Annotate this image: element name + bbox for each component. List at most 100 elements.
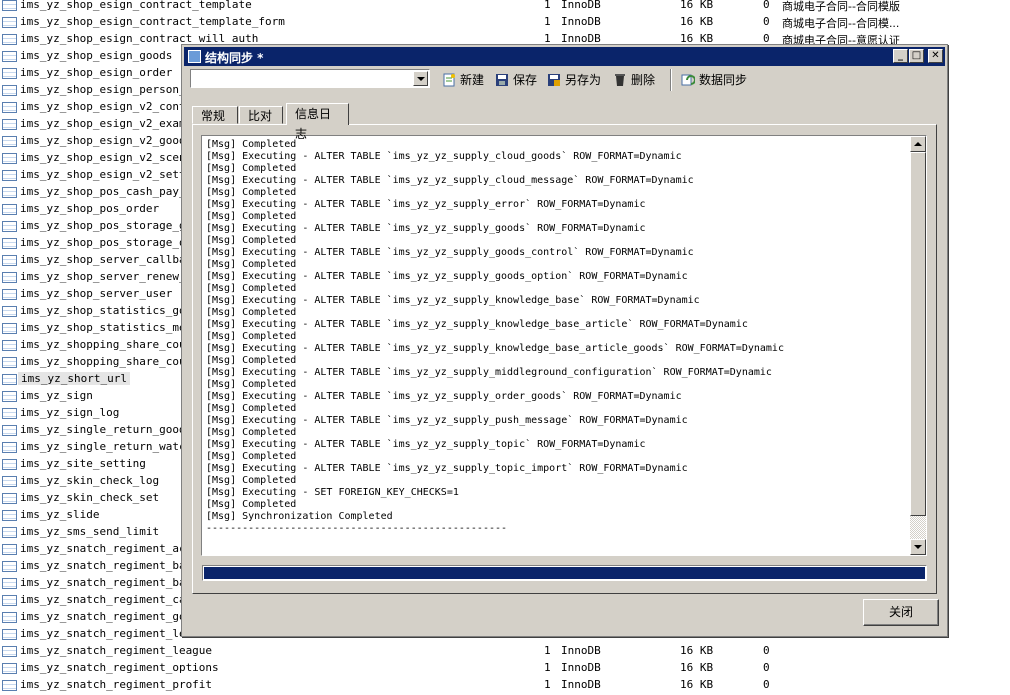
table-icon bbox=[2, 340, 17, 351]
scroll-down-arrow-icon[interactable] bbox=[910, 539, 926, 555]
table-name: ims_yz_shop_pos_cash_pay_lo bbox=[20, 185, 199, 198]
save-as-icon bbox=[548, 74, 560, 86]
table-icon bbox=[2, 425, 17, 436]
table-row[interactable]: ims_yz_shop_esign_contract_template_form… bbox=[0, 14, 1010, 31]
table-name: ims_yz_shop_esign_order bbox=[20, 66, 173, 79]
scroll-up-arrow-icon[interactable] bbox=[910, 136, 926, 152]
table-free: 0 bbox=[763, 661, 770, 674]
table-name: ims_yz_shop_server_user bbox=[20, 287, 173, 300]
table-name: ims_yz_skin_check_log bbox=[20, 474, 160, 487]
table-name: ims_yz_shop_esign_goods bbox=[20, 49, 173, 62]
table-icon bbox=[2, 170, 17, 181]
table-rows: 1 bbox=[544, 15, 551, 28]
table-icon bbox=[2, 527, 17, 538]
delete-button[interactable]: 删除 bbox=[613, 71, 655, 89]
log-scrollbar[interactable] bbox=[910, 136, 926, 555]
table-icon bbox=[2, 476, 17, 487]
table-rows: 1 bbox=[544, 644, 551, 657]
table-icon bbox=[2, 187, 17, 198]
table-name: ims_yz_snatch_regiment_good bbox=[20, 610, 199, 623]
table-free: 0 bbox=[763, 644, 770, 657]
table-row[interactable]: ims_yz_shop_esign_contract_template 1 Inno… bbox=[0, 0, 1010, 14]
table-icon bbox=[2, 102, 17, 113]
sync-progress-bar bbox=[202, 565, 927, 581]
table-name: ims_yz_snatch_regiment_acti bbox=[20, 542, 199, 555]
table-name: ims_yz_snatch_regiment_lead bbox=[20, 627, 199, 640]
table-rows: 1 bbox=[544, 0, 551, 11]
log-lines: [Msg] Completed [Msg] Executing - ALTER … bbox=[206, 139, 784, 534]
table-comment: 商城电子合同--合同模版 bbox=[782, 0, 900, 13]
table-name: ims_yz_snatch_regiment_league bbox=[20, 644, 213, 657]
table-name: ims_yz_sign bbox=[20, 389, 93, 402]
table-icon bbox=[2, 544, 17, 555]
table-row[interactable]: ims_yz_snatch_regiment_options 1 InnoDB 16 … bbox=[0, 660, 1010, 677]
progress-fill bbox=[204, 567, 925, 579]
dialog-titlebar[interactable]: 结构同步 * _ □ ✕ bbox=[184, 47, 945, 66]
table-row[interactable]: ims_yz_snatch_regiment_profit 1 InnoDB 16 K… bbox=[0, 677, 1010, 694]
table-icon bbox=[2, 85, 17, 96]
table-engine: InnoDB bbox=[561, 661, 601, 674]
profile-select[interactable] bbox=[190, 69, 430, 88]
table-icon bbox=[2, 663, 17, 674]
table-name: ims_yz_shop_esign_v2_examin bbox=[20, 117, 199, 130]
data-sync-button[interactable]: 数据同步 bbox=[681, 71, 747, 89]
new-button[interactable]: 新建 bbox=[442, 71, 484, 89]
close-window-button[interactable]: ✕ bbox=[928, 49, 943, 63]
toolbar-separator bbox=[670, 69, 672, 91]
maximize-button[interactable]: □ bbox=[909, 49, 924, 63]
table-icon bbox=[2, 34, 17, 45]
table-icon bbox=[2, 323, 17, 334]
table-name: ims_yz_short_url bbox=[18, 372, 130, 385]
table-size: 16 KB bbox=[680, 678, 714, 691]
table-free: 0 bbox=[763, 15, 770, 28]
table-name: ims_yz_shop_pos_storage_ord bbox=[20, 236, 199, 249]
table-name: ims_yz_snatch_regiment_cate bbox=[20, 593, 199, 606]
table-icon bbox=[2, 289, 17, 300]
table-name: ims_yz_shop_esign_person_ac bbox=[20, 83, 199, 96]
sync-app-icon bbox=[188, 50, 201, 63]
table-icon bbox=[2, 391, 17, 402]
table-name: ims_yz_shop_pos_order bbox=[20, 202, 160, 215]
table-icon bbox=[2, 357, 17, 368]
scrollbar-thumb[interactable] bbox=[910, 152, 926, 516]
tab-message-log[interactable]: 信息日志 bbox=[286, 103, 349, 141]
table-icon bbox=[2, 68, 17, 79]
table-name: ims_yz_shop_esign_v2_scene bbox=[20, 151, 193, 164]
table-icon bbox=[2, 204, 17, 215]
table-free: 0 bbox=[763, 0, 770, 11]
message-log-textarea[interactable]: [Msg] Completed [Msg] Executing - ALTER … bbox=[201, 135, 927, 556]
table-name: ims_yz_sms_send_limit bbox=[20, 525, 160, 538]
tab-general[interactable]: 常规 bbox=[192, 106, 238, 124]
chevron-down-icon[interactable] bbox=[413, 71, 428, 86]
table-name: ims_yz_site_setting bbox=[20, 457, 146, 470]
table-name: ims_yz_shop_pos_storage_goo bbox=[20, 219, 199, 232]
table-name: ims_yz_shop_esign_contract_template bbox=[20, 0, 252, 11]
trash-icon bbox=[615, 74, 625, 86]
table-icon bbox=[2, 442, 17, 453]
save-button[interactable]: 保存 bbox=[495, 71, 537, 89]
table-name: ims_yz_shop_esign_v2_settin bbox=[20, 168, 199, 181]
table-name: ims_yz_skin_check_set bbox=[20, 491, 160, 504]
table-rows: 1 bbox=[544, 661, 551, 674]
tab-compare[interactable]: 比对 bbox=[239, 106, 283, 124]
minimize-button[interactable]: _ bbox=[893, 49, 908, 63]
close-button[interactable]: 关闭 bbox=[863, 599, 939, 626]
table-engine: InnoDB bbox=[561, 0, 601, 11]
table-icon bbox=[2, 578, 17, 589]
table-name: ims_yz_shop_esign_contract_template_form bbox=[20, 15, 285, 28]
table-free: 0 bbox=[763, 678, 770, 691]
table-size: 16 KB bbox=[680, 661, 714, 674]
save-as-button[interactable]: 另存为 bbox=[547, 71, 601, 89]
table-row[interactable]: ims_yz_snatch_regiment_league 1 InnoDB 16 K… bbox=[0, 643, 1010, 660]
table-name: ims_yz_shop_statistics_memb bbox=[20, 321, 199, 334]
data-sync-label: 数据同步 bbox=[699, 73, 748, 87]
table-engine: InnoDB bbox=[561, 15, 601, 28]
new-label: 新建 bbox=[460, 73, 485, 87]
table-name: ims_yz_slide bbox=[20, 508, 100, 521]
table-engine: InnoDB bbox=[561, 644, 601, 657]
table-icon bbox=[2, 17, 17, 28]
save-as-label: 另存为 bbox=[565, 73, 602, 87]
table-size: 16 KB bbox=[680, 15, 714, 28]
table-name: ims_yz_snatch_regiment_basi bbox=[20, 576, 199, 589]
data-sync-icon bbox=[681, 74, 695, 86]
